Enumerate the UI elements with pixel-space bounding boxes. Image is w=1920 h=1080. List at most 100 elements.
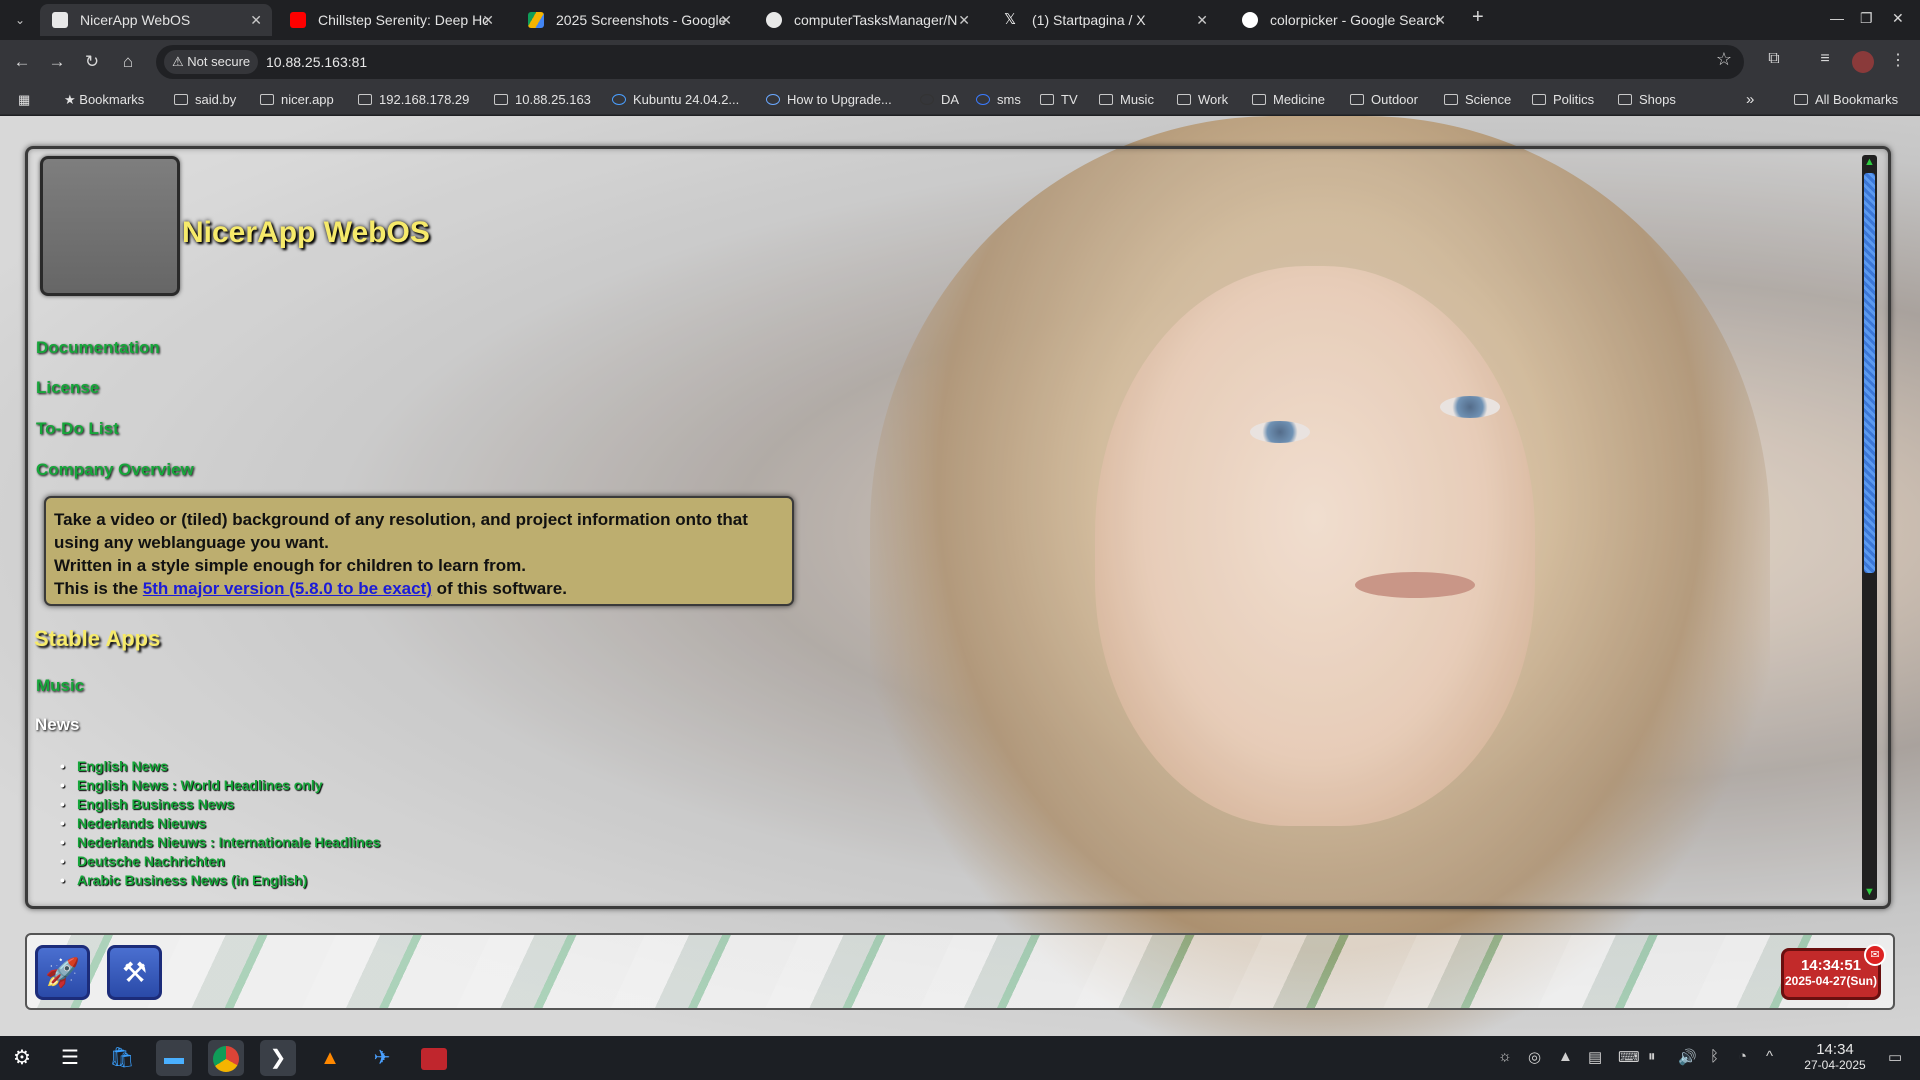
bookmarks-overflow-icon[interactable]: » [1746, 90, 1754, 110]
os-clock-date: 27-04-2025 [1804, 1058, 1866, 1072]
close-tab-icon[interactable]: ✕ [720, 4, 732, 36]
bookmark-shops[interactable]: Shops [1618, 90, 1676, 110]
bookmark-how-to-upgrade[interactable]: How to Upgrade... [766, 90, 892, 110]
bookmark-da[interactable]: DA [920, 90, 959, 110]
security-chip[interactable]: ⚠ Not secure [164, 50, 259, 74]
news-link[interactable]: English News [60, 757, 380, 776]
site-logo[interactable] [40, 156, 180, 296]
settings-icon[interactable]: ☰ [52, 1040, 88, 1076]
tray-icon-1[interactable]: ☼ [1498, 1048, 1512, 1065]
warning-icon: ⚠ [172, 54, 188, 69]
restore-icon[interactable]: ❐ [1860, 10, 1873, 27]
bookmark-science[interactable]: Science [1444, 90, 1511, 110]
close-tab-icon[interactable]: ✕ [482, 4, 494, 36]
keyboard-icon[interactable]: ⌨ [1618, 1048, 1640, 1066]
menu-link-company-overview[interactable]: Company Overview [36, 460, 194, 480]
nicerapp-icon [52, 12, 68, 28]
news-link[interactable]: Nederlands Nieuws : Internationale Headl… [60, 833, 380, 852]
site-dock [25, 933, 1895, 1010]
bookmark-star-icon[interactable]: ☆ [1716, 49, 1732, 70]
folder-icon [494, 94, 508, 105]
show-desktop-icon[interactable]: ▭ [1888, 1048, 1902, 1066]
bookmark-bookmarks[interactable]: ★ Bookmarks [64, 90, 144, 110]
news-link[interactable]: English News : World Headlines only [60, 776, 380, 795]
minimize-icon[interactable]: — [1830, 10, 1844, 26]
close-window-icon[interactable]: ✕ [1892, 10, 1904, 27]
bookmark-nicer-app[interactable]: nicer.app [260, 90, 334, 110]
all-bookmarks-button[interactable]: All Bookmarks [1794, 90, 1898, 110]
address-bar[interactable]: ⚠ Not secure 10.88.25.163:81 ☆ [156, 45, 1744, 79]
forward-icon[interactable]: → [45, 50, 69, 74]
bookmark-politics[interactable]: Politics [1532, 90, 1594, 110]
close-tab-icon[interactable]: ✕ [1196, 4, 1208, 36]
tab-google-search[interactable]: colorpicker - Google Search ✕ [1230, 4, 1456, 36]
menu-link-license[interactable]: License [36, 378, 99, 398]
kebab-menu-icon[interactable]: ⋮ [1886, 50, 1910, 70]
tab-search-menu-icon[interactable]: ⌄ [8, 8, 32, 32]
tab-x[interactable]: 𝕏 (1) Startpagina / X ✕ [992, 4, 1218, 36]
back-icon[interactable]: ← [10, 50, 34, 74]
folder-icon [174, 94, 188, 105]
chrome-icon[interactable] [208, 1040, 244, 1076]
bookmark-sms[interactable]: sms [976, 90, 1021, 110]
tab-youtube[interactable]: Chillstep Serenity: Deep Ho ✕ [278, 4, 504, 36]
news-link[interactable]: Nederlands Nieuws [60, 814, 380, 833]
tab-google-drive[interactable]: 2025 Screenshots - Google ✕ [516, 4, 742, 36]
bookmark-outdoor[interactable]: Outdoor [1350, 90, 1418, 110]
bookmark-tv[interactable]: TV [1040, 90, 1078, 110]
content-scrollbar[interactable]: ▲ ▼ [1862, 155, 1877, 900]
volume-icon[interactable]: 🔊 [1678, 1048, 1697, 1066]
news-link[interactable]: Arabic Business News (in English) [60, 871, 380, 890]
bookmark-work[interactable]: Work [1177, 90, 1228, 110]
url-text[interactable]: 10.88.25.163:81 [266, 45, 367, 79]
new-tab-button[interactable]: + [1472, 6, 1484, 29]
bookmark-said-by[interactable]: said.by [174, 90, 236, 110]
bookmark-kubuntu[interactable]: Kubuntu 24.04.2... [612, 90, 739, 110]
wifi-icon[interactable]: ◔ [1738, 1048, 1747, 1065]
terminal-icon[interactable]: ❯ [260, 1040, 296, 1076]
store-icon[interactable]: 🛍 [104, 1040, 140, 1076]
app-link-music[interactable]: Music [36, 676, 84, 696]
news-link[interactable]: Deutsche Nachrichten [60, 852, 380, 871]
tab-nicerapp[interactable]: NicerApp WebOS ✕ [40, 4, 272, 36]
os-clock[interactable]: 14:34 27-04-2025 [1790, 1041, 1880, 1072]
profile-avatar-icon[interactable] [1852, 51, 1874, 73]
scroll-down-icon[interactable]: ▼ [1864, 887, 1875, 898]
bookmark-10-88-25-163[interactable]: 10.88.25.163 [494, 90, 591, 110]
close-tab-icon[interactable]: ✕ [1434, 4, 1446, 36]
scrollbar-thumb[interactable] [1864, 173, 1875, 573]
thunderbird-icon[interactable]: ✈ [364, 1040, 400, 1076]
home-icon[interactable]: ⌂ [116, 50, 140, 74]
app-launcher-icon[interactable]: ⚙ [4, 1040, 40, 1076]
bookmark-medicine[interactable]: Medicine [1252, 90, 1325, 110]
clipboard-icon[interactable]: ▤ [1588, 1048, 1602, 1066]
file-manager-icon[interactable]: ▬ [156, 1040, 192, 1076]
bluetooth-icon[interactable]: ᛒ [1710, 1048, 1719, 1065]
mail-icon[interactable]: ✉ [1864, 944, 1886, 966]
close-tab-icon[interactable]: ✕ [250, 4, 262, 36]
media-pause-icon[interactable]: ⏸ [1648, 1048, 1656, 1065]
news-heading[interactable]: News [35, 715, 79, 735]
reload-icon[interactable]: ↻ [80, 50, 104, 74]
vlc-icon[interactable]: ▲ [312, 1040, 348, 1076]
tray-expand-icon[interactable]: ^ [1766, 1048, 1773, 1065]
tools-settings-icon[interactable]: ⚒ [107, 945, 162, 1000]
media-controls-icon[interactable]: ≡ [1813, 50, 1837, 68]
menu-link-todo[interactable]: To-Do List [36, 419, 119, 439]
version-link[interactable]: 5th major version (5.8.0 to be exact) [143, 579, 432, 598]
extensions-icon[interactable]: ⧉ [1762, 50, 1786, 68]
menu-link-documentation[interactable]: Documentation [36, 338, 160, 358]
news-link[interactable]: English Business News [60, 795, 380, 814]
tray-icon-2[interactable]: ◎ [1528, 1048, 1541, 1066]
close-tab-icon[interactable]: ✕ [958, 4, 970, 36]
tab-github[interactable]: computerTasksManager/N ✕ [754, 4, 980, 36]
tab-title: 2025 Screenshots - Google [556, 12, 726, 28]
filezilla-icon[interactable] [416, 1040, 452, 1076]
bookmark-192-168-178-29[interactable]: 192.168.178.29 [358, 90, 469, 110]
bookmark-music[interactable]: Music [1099, 90, 1154, 110]
apps-grid-icon[interactable]: ▦ [18, 90, 30, 110]
rocket-launcher-icon[interactable]: 🚀 [35, 945, 90, 1000]
google-drive-icon [528, 12, 544, 28]
scroll-up-icon[interactable]: ▲ [1864, 157, 1875, 168]
tray-vlc-icon[interactable]: ▲ [1558, 1048, 1573, 1065]
